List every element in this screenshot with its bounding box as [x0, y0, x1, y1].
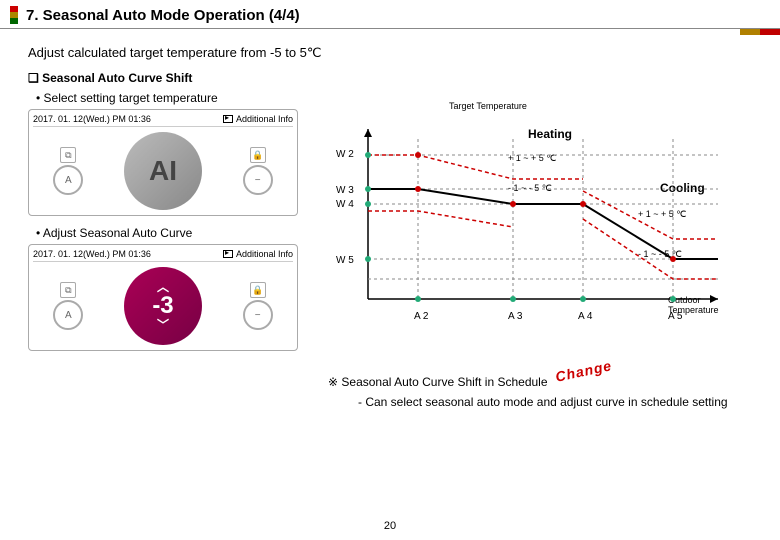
accent-row — [0, 29, 780, 35]
description: Adjust calculated target temperature fro… — [28, 45, 752, 61]
x-tick: A 4 — [578, 311, 592, 322]
mode-control[interactable]: ⧉ A — [53, 147, 83, 195]
dash-circle: − — [243, 300, 273, 330]
y-tick: W 4 — [336, 199, 354, 210]
lock-icon: 🔒 — [250, 282, 266, 298]
schedule-note: Change ※ Seasonal Auto Curve Shift in Sc… — [328, 375, 752, 389]
device-panel-neg3: 2017. 01. 12(Wed.) PM 01:36 Additional I… — [28, 244, 298, 351]
play-icon — [223, 115, 233, 123]
title-marker-icon — [10, 6, 18, 24]
device-panel-ai: 2017. 01. 12(Wed.) PM 01:36 Additional I… — [28, 109, 298, 216]
chevron-up-icon[interactable]: ︿ — [157, 282, 169, 292]
additional-info-button[interactable]: Additional Info — [223, 249, 293, 259]
sub-note: - Can select seasonal auto mode and adju… — [358, 395, 752, 409]
chart-svg — [358, 119, 728, 309]
main-value-circle[interactable]: AI — [124, 132, 202, 210]
lock-control[interactable]: 🔒 − — [243, 282, 273, 330]
additional-info-button[interactable]: Additional Info — [223, 114, 293, 124]
mode-a-circle: A — [53, 165, 83, 195]
accent-block-icon — [760, 29, 780, 35]
additional-info-label: Additional Info — [236, 249, 293, 259]
bullet-adjust-curve: • Adjust Seasonal Auto Curve — [36, 226, 318, 240]
y-axis-title: Target Temperature — [448, 101, 528, 111]
page-title: 7. Seasonal Auto Mode Operation (4/4) — [26, 7, 300, 24]
lock-icon: 🔒 — [250, 147, 266, 163]
bullet-select-setting: • Select setting target temperature — [36, 91, 752, 105]
x-tick: A 2 — [414, 311, 428, 322]
y-tick: W 5 — [336, 255, 354, 266]
y-tick: W 2 — [336, 149, 354, 160]
lock-control[interactable]: 🔒 − — [243, 147, 273, 195]
chevron-down-icon[interactable]: ﹀ — [157, 320, 169, 330]
title-bar: 7. Seasonal Auto Mode Operation (4/4) — [0, 0, 780, 29]
accent-block-icon — [740, 29, 760, 35]
main-value: AI — [149, 155, 177, 187]
page-number: 20 — [384, 520, 396, 532]
main-value-circle[interactable]: ︿ -3 ﹀ — [124, 267, 202, 345]
timestamp: 2017. 01. 12(Wed.) PM 01:36 — [33, 114, 151, 124]
curve-chart: Target Temperature Heating Cooling Outdo… — [328, 109, 738, 369]
note-text: ※ Seasonal Auto Curve Shift in Schedule — [328, 375, 548, 389]
mode-a-circle: A — [53, 300, 83, 330]
play-icon — [223, 250, 233, 258]
section-heading: ❑ Seasonal Auto Curve Shift — [28, 71, 752, 85]
x-tick: A 3 — [508, 311, 522, 322]
building-icon: ⧉ — [60, 282, 76, 298]
x-tick: A 5 — [668, 311, 682, 322]
dash-circle: − — [243, 165, 273, 195]
y-tick: W 3 — [336, 185, 354, 196]
mode-control[interactable]: ⧉ A — [53, 282, 83, 330]
timestamp: 2017. 01. 12(Wed.) PM 01:36 — [33, 249, 151, 259]
additional-info-label: Additional Info — [236, 114, 293, 124]
building-icon: ⧉ — [60, 147, 76, 163]
main-value: -3 — [152, 292, 173, 320]
